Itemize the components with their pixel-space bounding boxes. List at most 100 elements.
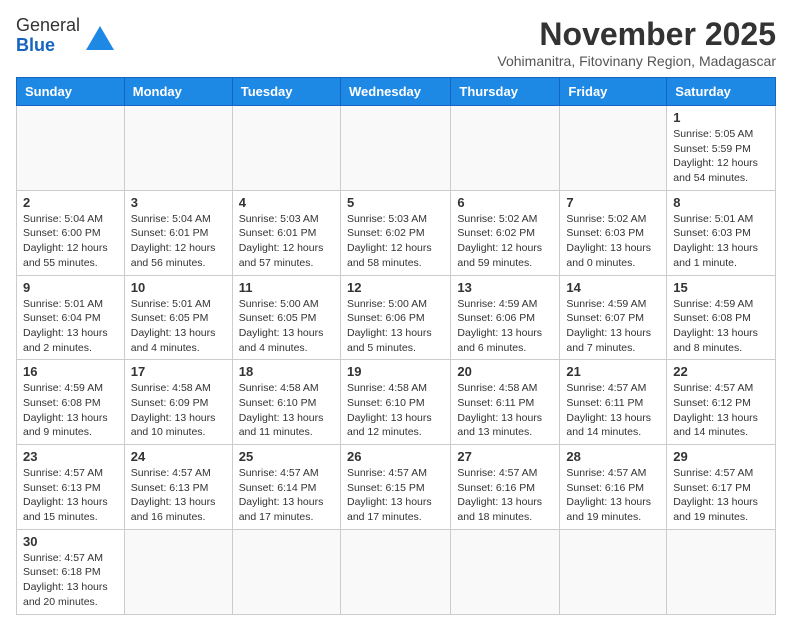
day-header-friday: Friday: [560, 78, 667, 106]
calendar-cell: 26 Sunrise: 4:57 AM Sunset: 6:15 PM Dayli…: [340, 445, 450, 530]
header: General Blue November 2025 Vohimanitra, …: [16, 16, 776, 69]
calendar-cell: 18 Sunrise: 4:58 AM Sunset: 6:10 PM Dayli…: [232, 360, 340, 445]
day-info: Sunrise: 5:02 AM Sunset: 6:02 PM Dayligh…: [457, 213, 542, 269]
calendar-cell: 4 Sunrise: 5:03 AM Sunset: 6:01 PM Daylig…: [232, 190, 340, 275]
calendar-cell: 11 Sunrise: 5:00 AM Sunset: 6:05 PM Dayli…: [232, 275, 340, 360]
day-info: Sunrise: 4:57 AM Sunset: 6:13 PM Dayligh…: [23, 467, 108, 523]
day-number: 9: [23, 280, 118, 295]
day-number: 12: [347, 280, 444, 295]
day-info: Sunrise: 4:59 AM Sunset: 6:07 PM Dayligh…: [566, 298, 651, 354]
day-info: Sunrise: 5:00 AM Sunset: 6:06 PM Dayligh…: [347, 298, 432, 354]
calendar-cell: 25 Sunrise: 4:57 AM Sunset: 6:14 PM Dayli…: [232, 445, 340, 530]
calendar-cell: 6Sunrise: 5:02 AM Sunset: 6:02 PM Daylig…: [451, 190, 560, 275]
day-info: Sunrise: 5:02 AM Sunset: 6:03 PM Dayligh…: [566, 213, 651, 269]
day-info: Sunrise: 4:57 AM Sunset: 6:18 PM Dayligh…: [23, 552, 108, 608]
day-info: Sunrise: 5:03 AM Sunset: 6:01 PM Dayligh…: [239, 213, 324, 269]
calendar-cell: [451, 529, 560, 614]
day-number: 27: [457, 449, 553, 464]
calendar-cell: [560, 106, 667, 191]
day-info: Sunrise: 4:57 AM Sunset: 6:11 PM Dayligh…: [566, 382, 651, 438]
day-number: 11: [239, 280, 334, 295]
day-number: 19: [347, 364, 444, 379]
calendar-cell: [340, 529, 450, 614]
calendar-cell: 23 Sunrise: 4:57 AM Sunset: 6:13 PM Dayli…: [17, 445, 125, 530]
calendar-cell: 21Sunrise: 4:57 AM Sunset: 6:11 PM Dayli…: [560, 360, 667, 445]
calendar-cell: 19Sunrise: 4:58 AM Sunset: 6:10 PM Dayli…: [340, 360, 450, 445]
calendar-cell: 28 Sunrise: 4:57 AM Sunset: 6:16 PM Dayli…: [560, 445, 667, 530]
day-info: Sunrise: 4:57 AM Sunset: 6:17 PM Dayligh…: [673, 467, 758, 523]
day-number: 18: [239, 364, 334, 379]
day-info: Sunrise: 4:58 AM Sunset: 6:11 PM Dayligh…: [457, 382, 542, 438]
day-info: Sunrise: 4:57 AM Sunset: 6:16 PM Dayligh…: [566, 467, 651, 523]
day-number: 17: [131, 364, 226, 379]
day-info: Sunrise: 5:03 AM Sunset: 6:02 PM Dayligh…: [347, 213, 432, 269]
calendar-cell: 20 Sunrise: 4:58 AM Sunset: 6:11 PM Dayli…: [451, 360, 560, 445]
week-row-3: 16Sunrise: 4:59 AM Sunset: 6:08 PM Dayli…: [17, 360, 776, 445]
day-info: Sunrise: 4:58 AM Sunset: 6:09 PM Dayligh…: [131, 382, 216, 438]
day-info: Sunrise: 5:00 AM Sunset: 6:05 PM Dayligh…: [239, 298, 324, 354]
day-number: 26: [347, 449, 444, 464]
day-number: 13: [457, 280, 553, 295]
week-row-5: 30 Sunrise: 4:57 AM Sunset: 6:18 PM Dayli…: [17, 529, 776, 614]
day-number: 29: [673, 449, 769, 464]
day-info: Sunrise: 4:59 AM Sunset: 6:06 PM Dayligh…: [457, 298, 542, 354]
day-number: 10: [131, 280, 226, 295]
day-number: 23: [23, 449, 118, 464]
calendar-cell: [232, 106, 340, 191]
calendar-cell: [667, 529, 776, 614]
day-info: Sunrise: 5:01 AM Sunset: 6:05 PM Dayligh…: [131, 298, 216, 354]
day-header-thursday: Thursday: [451, 78, 560, 106]
title-area: November 2025 Vohimanitra, Fitovinany Re…: [497, 16, 776, 69]
day-info: Sunrise: 4:57 AM Sunset: 6:12 PM Dayligh…: [673, 382, 758, 438]
day-number: 25: [239, 449, 334, 464]
day-info: Sunrise: 4:57 AM Sunset: 6:13 PM Dayligh…: [131, 467, 216, 523]
calendar-cell: 5 Sunrise: 5:03 AM Sunset: 6:02 PM Daylig…: [340, 190, 450, 275]
day-header-tuesday: Tuesday: [232, 78, 340, 106]
day-number: 2: [23, 195, 118, 210]
week-row-2: 9 Sunrise: 5:01 AM Sunset: 6:04 PM Daylig…: [17, 275, 776, 360]
header-row: SundayMondayTuesdayWednesdayThursdayFrid…: [17, 78, 776, 106]
day-header-monday: Monday: [124, 78, 232, 106]
day-info: Sunrise: 5:01 AM Sunset: 6:04 PM Dayligh…: [23, 298, 108, 354]
day-info: Sunrise: 4:59 AM Sunset: 6:08 PM Dayligh…: [23, 382, 108, 438]
calendar-cell: [340, 106, 450, 191]
day-info: Sunrise: 4:59 AM Sunset: 6:08 PM Dayligh…: [673, 298, 758, 354]
day-info: Sunrise: 4:58 AM Sunset: 6:10 PM Dayligh…: [239, 382, 324, 438]
day-header-saturday: Saturday: [667, 78, 776, 106]
calendar-cell: 3 Sunrise: 5:04 AM Sunset: 6:01 PM Daylig…: [124, 190, 232, 275]
day-info: Sunrise: 5:04 AM Sunset: 6:01 PM Dayligh…: [131, 213, 216, 269]
logo: General Blue: [16, 16, 114, 56]
calendar-cell: [451, 106, 560, 191]
calendar-cell: 27Sunrise: 4:57 AM Sunset: 6:16 PM Dayli…: [451, 445, 560, 530]
day-info: Sunrise: 4:57 AM Sunset: 6:15 PM Dayligh…: [347, 467, 432, 523]
day-number: 22: [673, 364, 769, 379]
calendar-cell: [124, 106, 232, 191]
day-info: Sunrise: 5:05 AM Sunset: 5:59 PM Dayligh…: [673, 128, 758, 184]
calendar-cell: 9 Sunrise: 5:01 AM Sunset: 6:04 PM Daylig…: [17, 275, 125, 360]
day-info: Sunrise: 5:04 AM Sunset: 6:00 PM Dayligh…: [23, 213, 108, 269]
day-info: Sunrise: 4:57 AM Sunset: 6:14 PM Dayligh…: [239, 467, 324, 523]
day-number: 3: [131, 195, 226, 210]
day-number: 24: [131, 449, 226, 464]
day-number: 7: [566, 195, 660, 210]
calendar-cell: 13 Sunrise: 4:59 AM Sunset: 6:06 PM Dayli…: [451, 275, 560, 360]
day-number: 4: [239, 195, 334, 210]
calendar-cell: 22 Sunrise: 4:57 AM Sunset: 6:12 PM Dayli…: [667, 360, 776, 445]
calendar-cell: 2 Sunrise: 5:04 AM Sunset: 6:00 PM Daylig…: [17, 190, 125, 275]
day-number: 1: [673, 110, 769, 125]
day-number: 8: [673, 195, 769, 210]
calendar-cell: 29 Sunrise: 4:57 AM Sunset: 6:17 PM Dayli…: [667, 445, 776, 530]
calendar-cell: 16Sunrise: 4:59 AM Sunset: 6:08 PM Dayli…: [17, 360, 125, 445]
calendar-cell: 1 Sunrise: 5:05 AM Sunset: 5:59 PM Daylig…: [667, 106, 776, 191]
week-row-1: 2 Sunrise: 5:04 AM Sunset: 6:00 PM Daylig…: [17, 190, 776, 275]
calendar-cell: 8Sunrise: 5:01 AM Sunset: 6:03 PM Daylig…: [667, 190, 776, 275]
day-number: 15: [673, 280, 769, 295]
day-number: 30: [23, 534, 118, 549]
calendar-cell: [124, 529, 232, 614]
day-number: 28: [566, 449, 660, 464]
calendar-cell: 10 Sunrise: 5:01 AM Sunset: 6:05 PM Dayli…: [124, 275, 232, 360]
calendar-cell: 12 Sunrise: 5:00 AM Sunset: 6:06 PM Dayli…: [340, 275, 450, 360]
day-number: 20: [457, 364, 553, 379]
day-number: 5: [347, 195, 444, 210]
day-header-wednesday: Wednesday: [340, 78, 450, 106]
